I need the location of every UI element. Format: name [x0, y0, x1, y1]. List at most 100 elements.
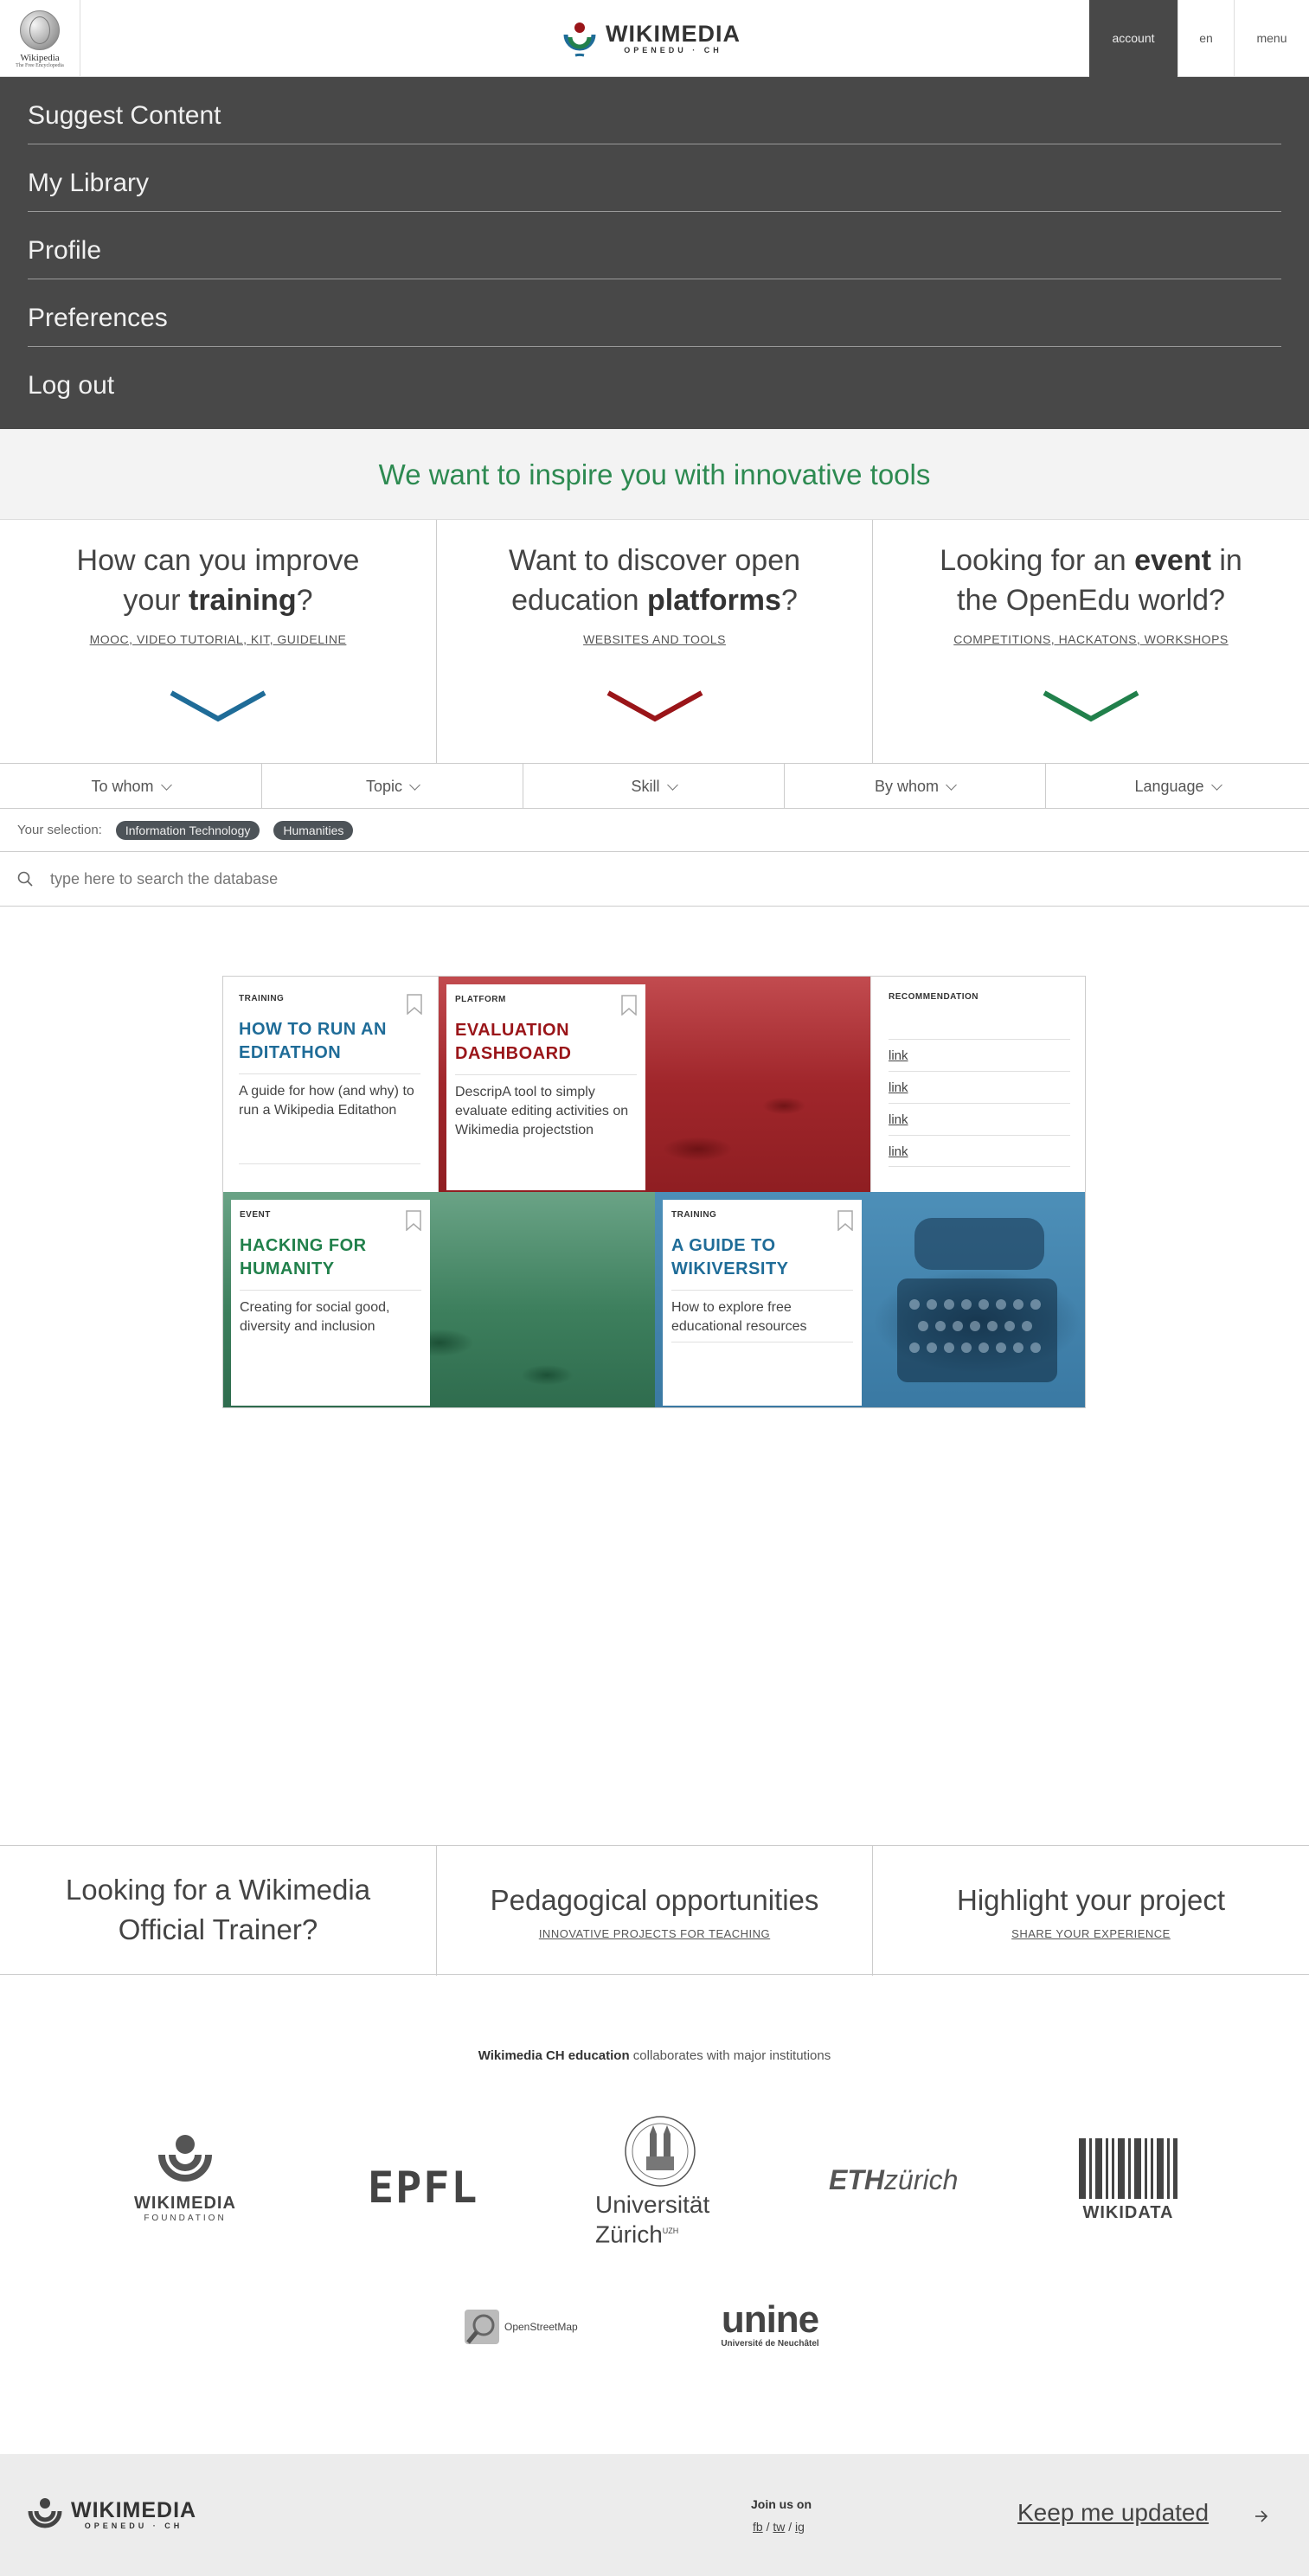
partner-name: unine [721, 2298, 819, 2341]
typewriter-image [897, 1218, 1057, 1382]
wikimedia-foundation-logo[interactable]: WIKIMEDIA FOUNDATION [128, 2132, 242, 2223]
wikimedia-mark-icon [563, 22, 596, 57]
instagram-link[interactable]: ig [795, 2520, 805, 2534]
filter-topic[interactable]: Topic [261, 764, 523, 809]
highlight-section[interactable]: Highlight your project SHARE YOUR EXPERI… [872, 1846, 1309, 1976]
result-card[interactable]: EVENT HACKING FOR HUMANITY Creating for … [223, 1192, 655, 1407]
selection-chip[interactable]: Humanities [273, 820, 354, 840]
result-card[interactable]: TRAINING HOW TO RUN AN EDITATHON A guide… [223, 977, 439, 1192]
bookmark-icon[interactable] [407, 994, 422, 1015]
category-link[interactable]: WEBSITES AND TOOLS [437, 632, 872, 646]
menu-item-profile[interactable]: Profile [28, 212, 1281, 279]
category-events[interactable]: Looking for an event in the OpenEdu worl… [872, 520, 1309, 764]
openstreetmap-icon [465, 2310, 499, 2344]
twitter-link[interactable]: tw [773, 2520, 785, 2534]
facebook-link[interactable]: fb [753, 2520, 763, 2534]
card-description: DescripA tool to simply evaluate editing… [455, 1074, 637, 1140]
search-bar [0, 852, 1309, 907]
menu-button[interactable]: menu [1234, 0, 1309, 77]
site-footer: WIKIMEDIA OPENEDU · CH Join us on fb / t… [0, 2454, 1309, 2576]
category-platforms[interactable]: Want to discover open education platform… [436, 520, 872, 764]
site-header: Wikipedia The Free Encyclopedia WIKIMEDI… [0, 0, 1309, 77]
join-label: Join us on [751, 2497, 812, 2511]
card-type: EVENT [240, 1210, 271, 1220]
wikipedia-subtitle: The Free Encyclopedia [16, 63, 64, 68]
menu-item-suggest-content[interactable]: Suggest Content [28, 77, 1281, 144]
partner-name-bold: ETH [829, 2164, 884, 2195]
results-grid: TRAINING HOW TO RUN AN EDITATHON A guide… [222, 976, 1086, 1408]
chevron-down-icon[interactable] [1041, 689, 1141, 724]
card-type: TRAINING [239, 994, 285, 1003]
pedagogical-section[interactable]: Pedagogical opportunities INNOVATIVE PRO… [436, 1846, 872, 1976]
epfl-logo[interactable]: EPFL [368, 2163, 478, 2213]
search-input[interactable] [50, 869, 742, 888]
category-link[interactable]: COMPETITIONS, HACKATONS, WORKSHOPS [873, 632, 1309, 646]
account-button[interactable]: account [1089, 0, 1177, 77]
category-link[interactable]: MOOC, VIDEO TUTORIAL, KIT, GUIDELINE [0, 632, 436, 646]
recommendation-link[interactable]: link [889, 1103, 1070, 1135]
filter-label: Skill [631, 778, 660, 795]
section-title: Pedagogical opportunities [490, 1884, 819, 1916]
wikipedia-globe-icon [20, 10, 60, 50]
brand-subtitle: OPENEDU · CH [624, 46, 722, 54]
category-columns: How can you improve your training? MOOC,… [0, 520, 1309, 764]
hero-banner: We want to inspire you with innovative t… [0, 429, 1309, 520]
bookmark-icon[interactable] [406, 1210, 421, 1231]
menu-item-preferences[interactable]: Preferences [28, 279, 1281, 347]
uzh-seal-icon [625, 2116, 696, 2187]
eth-logo[interactable]: ETHzürich [829, 2164, 958, 2196]
menu-item-log-out[interactable]: Log out [28, 347, 1281, 414]
chevron-down-icon [409, 779, 420, 791]
filter-to-whom[interactable]: To whom [0, 764, 261, 809]
section-title: Looking for a Wikimedia Official Trainer… [65, 1874, 371, 1945]
filter-skill[interactable]: Skill [523, 764, 784, 809]
category-training[interactable]: How can you improve your training? MOOC,… [0, 520, 436, 764]
category-title: Want to discover open education platform… [508, 544, 801, 617]
card-title: HACKING FOR HUMANITY [240, 1236, 367, 1278]
card-title: A GUIDE TO WIKIVERSITY [671, 1236, 789, 1278]
section-title: Highlight your project [957, 1884, 1225, 1916]
wikimedia-mark-icon [28, 2498, 62, 2528]
menu-item-my-library[interactable]: My Library [28, 144, 1281, 212]
wikidata-logo[interactable]: WIKIDATA [1076, 2138, 1180, 2223]
trainer-section[interactable]: Looking for a Wikimedia Official Trainer… [0, 1846, 436, 1976]
section-link[interactable]: INNOVATIVE PROJECTS FOR TEACHING [437, 1927, 872, 1940]
partner-name: WIKIMEDIA [134, 2194, 236, 2213]
chevron-down-icon[interactable] [168, 689, 268, 724]
bookmark-icon[interactable] [837, 1210, 853, 1231]
recommendation-link[interactable]: link [889, 1071, 1070, 1103]
chevron-down-icon[interactable] [605, 689, 705, 724]
result-card[interactable]: PLATFORM EVALUATION DASHBOARD DescripA t… [439, 977, 870, 1192]
category-title: How can you improve your training? [76, 544, 360, 617]
wikipedia-logo[interactable]: Wikipedia The Free Encyclopedia [0, 0, 80, 77]
selection-bar: Your selection: Information Technology H… [0, 809, 1309, 852]
card-title: HOW TO RUN AN EDITATHON [239, 1020, 387, 1062]
openstreetmap-logo[interactable]: OpenStreetMap [463, 2308, 578, 2346]
recommendation-link[interactable]: link [889, 1135, 1070, 1167]
social-links: fb / tw / ig [753, 2520, 805, 2534]
filter-label: By whom [874, 778, 940, 795]
uzh-logo[interactable]: Universität ZürichUZH [595, 2115, 725, 2247]
section-link[interactable]: SHARE YOUR EXPERIENCE [873, 1927, 1309, 1940]
card-description: A guide for how (and why) to run a Wikip… [239, 1073, 420, 1120]
partner-name: WIKIDATA [1082, 2203, 1174, 2222]
recommendation-link[interactable]: link [889, 1039, 1070, 1071]
brand-logo[interactable]: WIKIMEDIA OPENEDU · CH [561, 17, 741, 59]
card-description: How to explore free educational resource… [671, 1290, 853, 1336]
filter-language[interactable]: Language [1045, 764, 1309, 809]
selection-chip[interactable]: Information Technology [115, 820, 260, 840]
chevron-down-icon [1210, 779, 1222, 791]
result-card[interactable]: TRAINING A GUIDE TO WIKIVERSITY How to e… [655, 1192, 1085, 1407]
partner-subtitle: Université de Neuchâtel [721, 2339, 819, 2349]
language-button[interactable]: en [1177, 0, 1234, 77]
bottom-columns: Looking for a Wikimedia Official Trainer… [0, 1845, 1309, 1976]
partner-name-rest: zürich [884, 2164, 959, 2195]
filter-bar: To whom Topic Skill By whom Language [0, 764, 1309, 809]
footer-brand-logo[interactable]: WIKIMEDIA OPENEDU · CH [26, 2496, 196, 2534]
bookmark-icon[interactable] [621, 995, 637, 1016]
filter-label: Language [1134, 778, 1204, 795]
filter-by-whom[interactable]: By whom [784, 764, 1045, 809]
newsletter-link[interactable]: Keep me updated [1017, 2499, 1209, 2527]
footer-brand-name: WIKIMEDIA [71, 2498, 197, 2522]
unine-logo[interactable]: unine Université de Neuchâtel [701, 2301, 839, 2349]
